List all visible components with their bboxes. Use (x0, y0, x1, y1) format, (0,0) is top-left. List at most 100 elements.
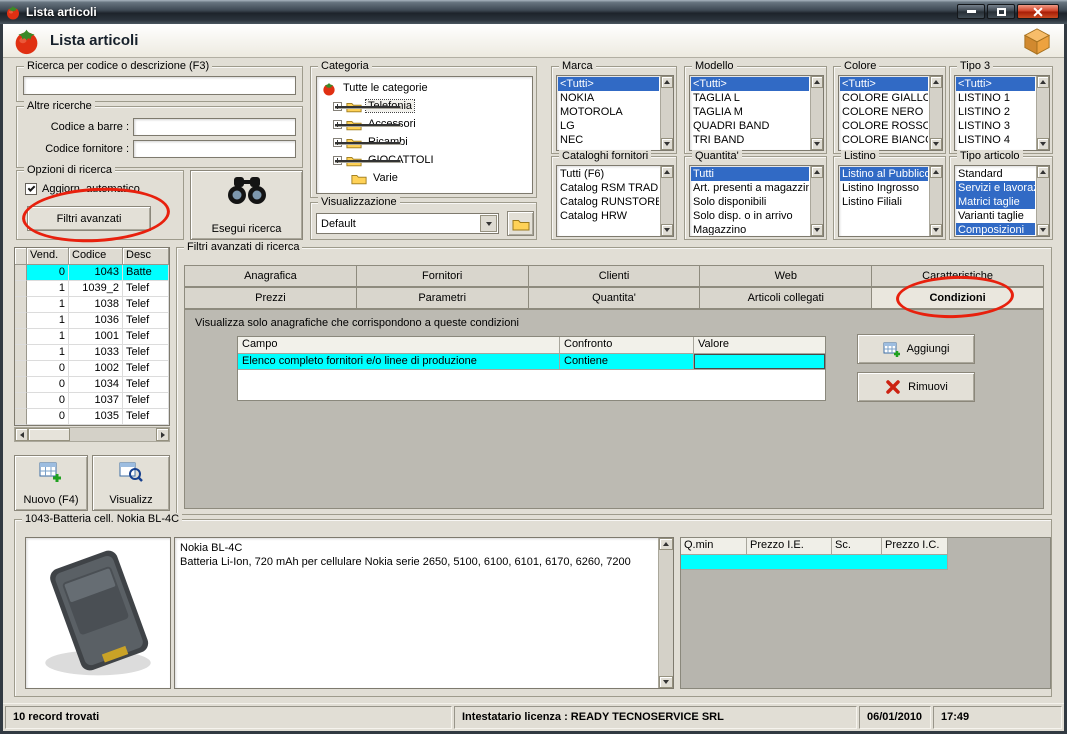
list-item[interactable]: Listino Ingrosso (840, 181, 928, 195)
table-row[interactable]: 1 1033 Telef (15, 345, 169, 361)
scrollbar-thumb[interactable] (28, 428, 70, 441)
scrollbar[interactable] (929, 166, 942, 236)
list-item[interactable]: NOKIA (558, 91, 659, 105)
tab[interactable]: Condizioni (871, 287, 1044, 309)
scroll-up-icon[interactable] (661, 166, 673, 178)
tab[interactable]: Prezzi (184, 287, 357, 309)
list-item[interactable]: LG (558, 119, 659, 133)
table-row[interactable]: 1 1036 Telef (15, 313, 169, 329)
barcode-input[interactable] (133, 118, 296, 136)
combobox-dropdown-button[interactable] (480, 215, 497, 232)
search-input[interactable] (23, 76, 296, 95)
tab[interactable]: Articoli collegati (699, 287, 873, 309)
scroll-down-icon[interactable] (661, 138, 673, 150)
scroll-down-icon[interactable] (930, 224, 942, 236)
list-item[interactable]: TAGLIA M (691, 105, 809, 119)
advanced-filters-button[interactable]: Filtri avanzati (27, 206, 151, 231)
scroll-up-icon[interactable] (930, 76, 942, 88)
list-item[interactable]: <Tutti> (558, 77, 659, 91)
list-item[interactable]: NEC (558, 133, 659, 147)
table-row[interactable]: 0 1037 Telef (15, 393, 169, 409)
table-row[interactable]: 0 1035 Telef (15, 409, 169, 425)
type3-listbox[interactable]: <Tutti> LISTINO 1 LISTINO 2 LISTINO 3 LISTIN… (954, 75, 1050, 151)
list-item[interactable]: Composizioni (956, 223, 1035, 235)
price-column-header[interactable]: Prezzo I.C. (882, 538, 948, 555)
execute-search-button[interactable]: Esegui ricerca (190, 170, 303, 240)
tree-item-giocattoli[interactable]: GIOCATTOLI (317, 151, 532, 169)
list-item[interactable]: Servizi e lavorazioni (956, 181, 1035, 195)
scrollbar[interactable] (660, 76, 673, 150)
table-row[interactable]: 0 1043 Batte (15, 265, 169, 281)
scroll-down-icon[interactable] (930, 138, 942, 150)
column-header-codice[interactable]: Codice (69, 248, 123, 265)
list-item[interactable]: Catalog RSM TRADE (558, 181, 659, 195)
scroll-up-icon[interactable] (1037, 166, 1049, 178)
titlebar[interactable]: Lista articoli (0, 0, 1067, 24)
tree-item-telefonia[interactable]: Telefonia (317, 97, 532, 115)
list-item[interactable]: Catalog RUNSTORE (558, 195, 659, 209)
price-column-header[interactable]: Sc. (832, 538, 882, 555)
description-memo[interactable]: Nokia BL-4C Batteria Li-Ion, 720 mAh per… (174, 537, 674, 689)
list-item[interactable]: <Tutti> (840, 77, 928, 91)
scrollbar[interactable] (810, 166, 823, 236)
tab[interactable]: Clienti (527, 265, 701, 287)
list-item[interactable]: Varianti taglie (956, 209, 1035, 223)
quantity-listbox[interactable]: Tutti Art. presenti a magazzino Solo dispo… (689, 165, 824, 237)
column-header-valore[interactable]: Valore (694, 337, 825, 354)
tab[interactable]: Fornitori (355, 265, 529, 287)
cell-valore[interactable] (694, 354, 825, 370)
scroll-down-icon[interactable] (1037, 138, 1049, 150)
table-row[interactable]: 1 1038 Telef (15, 297, 169, 313)
scrollbar[interactable] (929, 76, 942, 150)
pricelist-listbox[interactable]: Listino al Pubblico Listino Ingrosso Listi… (838, 165, 943, 237)
table-row[interactable]: 1 1039_2 Telef (15, 281, 169, 297)
list-item[interactable]: Magazzino (691, 223, 809, 235)
list-item[interactable]: COLORE ROSSO (840, 119, 928, 133)
tab[interactable]: Caratteristiche (871, 265, 1044, 287)
minimize-button[interactable] (957, 4, 985, 19)
scroll-down-icon[interactable] (811, 224, 823, 236)
expand-plus-icon[interactable] (333, 137, 401, 147)
list-item[interactable]: LISTINO 1 (956, 91, 1035, 105)
list-item[interactable]: Art. presenti a magazzino (691, 181, 809, 195)
scroll-down-icon[interactable] (661, 224, 673, 236)
tree-item-varie[interactable]: Varie (317, 169, 532, 187)
scroll-down-icon[interactable] (811, 138, 823, 150)
scroll-down-icon[interactable] (1037, 224, 1049, 236)
scrollbar[interactable] (1036, 76, 1049, 150)
list-item[interactable]: COLORE GIALLO (840, 91, 928, 105)
column-header-vend[interactable]: Vend. (27, 248, 69, 265)
close-button[interactable] (1017, 4, 1059, 19)
scroll-up-icon[interactable] (659, 538, 673, 550)
tab[interactable]: Web (699, 265, 873, 287)
list-item[interactable]: Matrici taglie (956, 195, 1035, 209)
tree-item-all-categories[interactable]: Tutte le categorie (317, 79, 532, 97)
open-view-folder-button[interactable] (507, 211, 534, 236)
supplier-catalogs-listbox[interactable]: Tutti (F6) Catalog RSM TRADE Catalog RUNST… (556, 165, 674, 237)
list-item[interactable]: COLORE NERO (840, 105, 928, 119)
list-item[interactable]: Tutti (691, 167, 809, 181)
scrollbar[interactable] (1036, 166, 1049, 236)
expand-plus-icon[interactable] (333, 155, 401, 165)
list-item[interactable]: Tutti (F6) (558, 167, 659, 181)
scroll-up-icon[interactable] (811, 166, 823, 178)
list-item[interactable]: Catalog HRW (558, 209, 659, 223)
column-header-confronto[interactable]: Confronto (560, 337, 694, 354)
view-article-button[interactable]: Visualizz (92, 455, 170, 511)
list-item[interactable]: MOTOROLA (558, 105, 659, 119)
tree-item-accessori[interactable]: Accessori (317, 115, 532, 133)
column-header-desc[interactable]: Desc (123, 248, 169, 265)
scroll-right-icon[interactable] (156, 428, 169, 441)
scroll-up-icon[interactable] (661, 76, 673, 88)
scrollbar[interactable] (660, 166, 673, 236)
scroll-left-icon[interactable] (15, 428, 28, 441)
list-item[interactable]: LISTINO 3 (956, 119, 1035, 133)
category-tree[interactable]: Tutte le categorie Telefonia Accessori R… (316, 76, 533, 194)
price-column-header[interactable]: Prezzo I.E. (747, 538, 832, 555)
article-type-listbox[interactable]: StandardServizi e lavorazioniMatrici tag… (954, 165, 1050, 237)
scroll-down-icon[interactable] (659, 676, 673, 688)
color-listbox[interactable]: <Tutti> COLORE GIALLO COLORE NERO COLORE RO… (838, 75, 943, 151)
remove-condition-button[interactable]: Rimuovi (857, 372, 975, 402)
list-item[interactable]: LISTINO 2 (956, 105, 1035, 119)
list-item[interactable]: TRI BAND (691, 133, 809, 147)
